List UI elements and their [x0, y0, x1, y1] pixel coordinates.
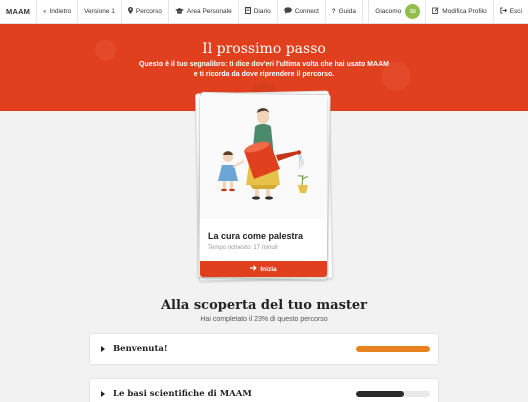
- speech-bubble-icon: [283, 7, 292, 16]
- nav-area-personale-label: Area Personale: [186, 8, 232, 15]
- user-menu[interactable]: Giacomo GI: [368, 0, 427, 24]
- edit-icon: [432, 7, 439, 16]
- hero-subtitle-line1: Questo è il tuo segnalibro: ti dice dov'…: [139, 61, 389, 68]
- hero-subtitle: Questo è il tuo segnalibro: ti dice dov'…: [0, 60, 528, 80]
- module-item-benvenuta[interactable]: Benvenuta!: [89, 333, 439, 365]
- nav-diario-label: Diario: [253, 8, 271, 15]
- hero-title: Il prossimo passo: [202, 41, 326, 57]
- section-title: Alla scoperta del tuo master: [160, 298, 368, 313]
- module-progress-bar: [356, 391, 430, 397]
- nav-back-label: Indietro: [49, 8, 72, 15]
- nav-percorso[interactable]: Percorso: [122, 0, 169, 24]
- nav-back[interactable]: « Indietro: [37, 0, 79, 24]
- map-marker-icon: [127, 7, 133, 16]
- start-button[interactable]: Inizia: [200, 261, 327, 277]
- graduation-cap-icon: [174, 7, 184, 16]
- arrow-right-icon: [250, 265, 258, 273]
- module-item-basi-scientifiche[interactable]: Le basi scientifiche di MAAM: [89, 378, 439, 402]
- caret-right-icon: [101, 391, 105, 397]
- section-subtitle: Hai completato il 23% di questo percorso: [200, 316, 328, 323]
- brand-logo[interactable]: MAAM: [0, 0, 38, 24]
- module-progress-fill: [356, 346, 430, 352]
- nav-guida-label: Guida: [338, 8, 356, 15]
- start-button-label: Inizia: [260, 265, 277, 273]
- module-progress-bar: [356, 346, 430, 352]
- next-step-card-stack: La cura come palestra Tempo richiesto: 1…: [195, 90, 333, 282]
- logout-label: Esci: [509, 8, 522, 15]
- avatar: GI: [405, 4, 421, 19]
- nav-percorso-label: Percorso: [135, 8, 162, 15]
- nav-connect-label: Connect: [294, 8, 319, 15]
- sign-out-icon: [500, 7, 507, 16]
- caret-right-icon: [101, 346, 105, 352]
- card-time: Tempo richiesto: 17 minuti: [208, 245, 278, 251]
- nav-diario[interactable]: Diario: [239, 0, 278, 24]
- top-navbar: MAAM « Indietro Versione 1 Percorso Area…: [0, 0, 528, 24]
- double-left-chevron-icon: «: [43, 8, 47, 15]
- card-title: La cura come palestra: [208, 231, 304, 241]
- user-name: Giacomo: [375, 8, 402, 15]
- hero-subtitle-line2: e ti ricorda da dove riprendere il perco…: [193, 71, 335, 78]
- module-progress-fill: [356, 391, 405, 397]
- edit-profile-link[interactable]: Modifica Profilo: [426, 0, 494, 24]
- nav-guida[interactable]: ? Guida: [326, 0, 363, 24]
- next-step-card[interactable]: La cura come palestra Tempo richiesto: 1…: [200, 95, 327, 277]
- module-title: Benvenuta!: [113, 344, 168, 354]
- nav-area-personale[interactable]: Area Personale: [169, 0, 239, 24]
- logout-link[interactable]: Esci: [494, 0, 528, 24]
- nav-version-label: Versione 1: [84, 8, 115, 15]
- nav-version[interactable]: Versione 1: [78, 0, 122, 24]
- edit-profile-label: Modifica Profilo: [442, 8, 487, 15]
- module-title: Le basi scientifiche di MAAM: [113, 389, 252, 399]
- book-icon: [244, 7, 251, 16]
- nav-connect[interactable]: Connect: [278, 0, 326, 24]
- card-illustration: [200, 95, 327, 219]
- question-icon: ?: [331, 8, 336, 15]
